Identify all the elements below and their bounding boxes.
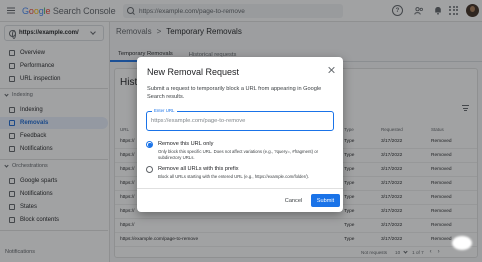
radio-unselected[interactable]: [146, 166, 153, 173]
url-input[interactable]: [151, 116, 329, 126]
cancel-button[interactable]: Cancel: [280, 194, 307, 207]
decorative-blob: [452, 236, 472, 250]
option-help: Only block this specific URL. Does not a…: [158, 149, 319, 160]
option-label: Remove all URLs with this prefix: [158, 166, 239, 172]
url-field-label: Enter URL: [152, 108, 177, 113]
submit-button[interactable]: Submit: [311, 194, 340, 207]
option-label: Remove this URL only: [158, 141, 214, 147]
close-icon[interactable]: [327, 66, 336, 75]
new-removal-dialog: New Removal Request Submit a request to …: [137, 57, 343, 212]
option-help: Block all URLs starting with the entered…: [158, 174, 310, 179]
dialog-description: Submit a request to temporarily block a …: [147, 86, 322, 100]
divider: [137, 188, 343, 189]
url-field[interactable]: Enter URL: [146, 108, 334, 131]
dialog-title: New Removal Request: [147, 67, 240, 77]
radio-selected[interactable]: [146, 141, 153, 148]
